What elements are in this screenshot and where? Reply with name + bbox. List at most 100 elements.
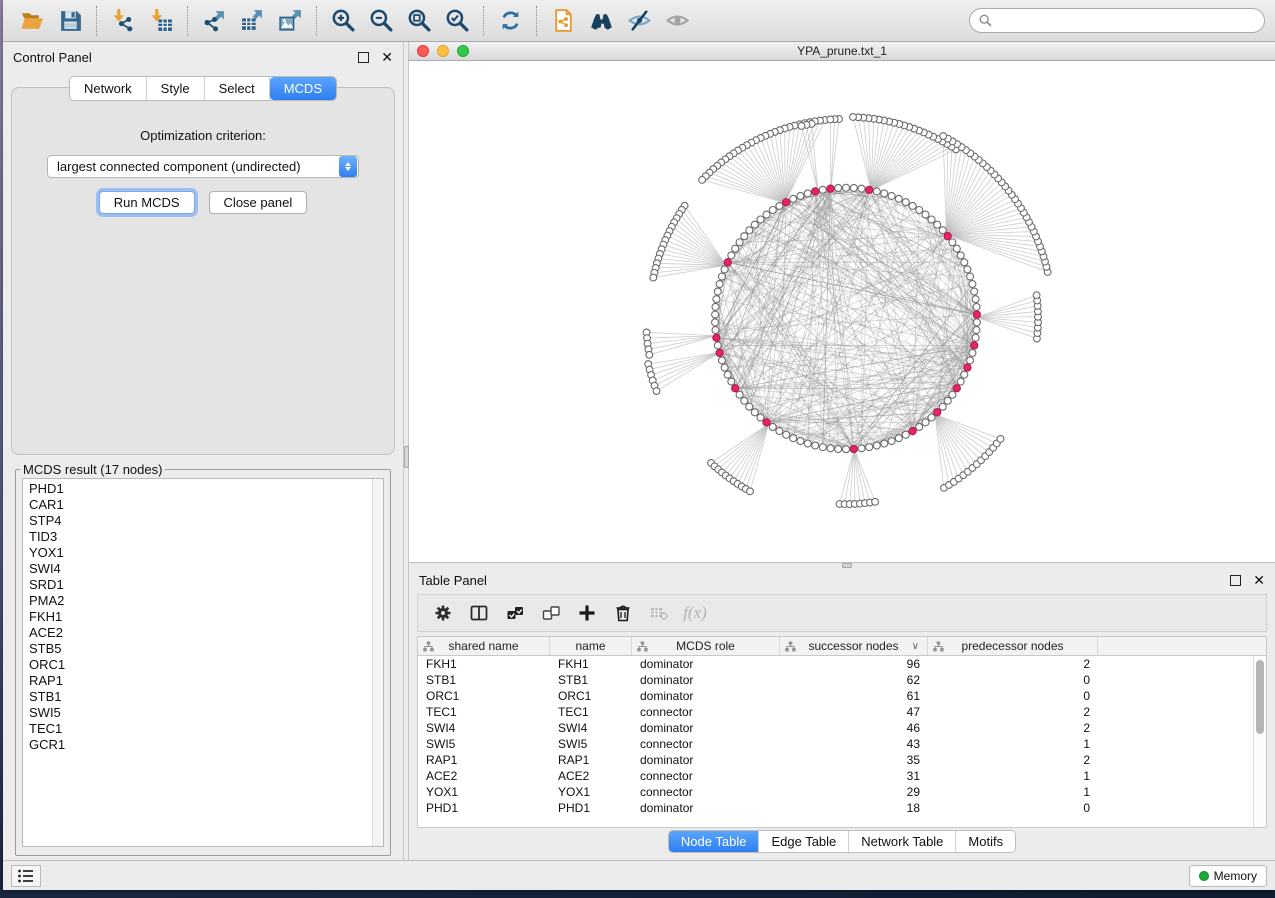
graph-node[interactable] xyxy=(812,442,819,449)
graph-node[interactable] xyxy=(843,184,850,191)
table-cell[interactable]: 18 xyxy=(780,800,928,816)
table-cell[interactable]: 96 xyxy=(780,656,928,672)
graph-node[interactable] xyxy=(769,423,776,430)
graph-node[interactable] xyxy=(763,211,770,218)
graph-node[interactable] xyxy=(969,349,976,356)
table-cell[interactable]: dominator xyxy=(632,752,780,768)
mcds-result-item[interactable]: STB1 xyxy=(29,689,383,705)
graph-node[interactable] xyxy=(902,431,909,438)
graph-node[interactable] xyxy=(819,186,826,193)
table-cell[interactable]: dominator xyxy=(632,800,780,816)
graph-node[interactable] xyxy=(728,378,735,385)
table-cell[interactable]: 43 xyxy=(780,736,928,752)
table-options-gear-button[interactable] xyxy=(428,598,458,628)
mcds-result-item[interactable]: CAR1 xyxy=(29,497,383,513)
graph-node[interactable] xyxy=(957,252,964,259)
import-table-button[interactable] xyxy=(142,4,180,38)
graph-node[interactable] xyxy=(850,445,857,452)
tab-mcds[interactable]: MCDS xyxy=(270,77,336,100)
float-panel-icon[interactable] xyxy=(358,52,369,63)
graph-node[interactable] xyxy=(939,227,946,234)
graph-node[interactable] xyxy=(827,185,834,192)
graph-node[interactable] xyxy=(746,403,753,410)
column-header-successor-nodes[interactable]: successor nodes∨ xyxy=(780,637,928,655)
graph-node[interactable] xyxy=(873,188,880,195)
graph-node[interactable] xyxy=(736,391,743,398)
optimization-criterion-select[interactable]: largest connected component (undirected) xyxy=(47,155,359,178)
graph-node[interactable] xyxy=(934,221,941,228)
table-cell[interactable]: PHD1 xyxy=(418,800,550,816)
mcds-result-item[interactable]: STP4 xyxy=(29,513,383,529)
graph-node[interactable] xyxy=(757,414,764,421)
table-cell[interactable]: 1 xyxy=(928,736,1098,752)
graph-node[interactable] xyxy=(721,364,728,371)
table-cell[interactable]: dominator xyxy=(632,688,780,704)
delete-column-button[interactable] xyxy=(608,598,638,628)
graph-node[interactable] xyxy=(751,409,758,416)
mcds-result-item[interactable]: RAP1 xyxy=(29,673,383,689)
mcds-result-item[interactable]: TID3 xyxy=(29,529,383,545)
graph-node[interactable] xyxy=(653,388,660,395)
graph-node[interactable] xyxy=(763,419,770,426)
export-table-button[interactable] xyxy=(233,4,271,38)
graph-node[interactable] xyxy=(746,227,753,234)
table-cell[interactable]: connector xyxy=(632,768,780,784)
float-panel-icon[interactable] xyxy=(1230,575,1241,586)
table-cell[interactable]: YOX1 xyxy=(418,784,550,800)
table-cell[interactable]: SWI5 xyxy=(550,736,632,752)
mcds-list-scrollbar[interactable] xyxy=(372,479,383,846)
close-panel-button[interactable]: Close panel xyxy=(209,191,308,214)
table-cell[interactable]: ORC1 xyxy=(418,688,550,704)
graph-node[interactable] xyxy=(939,403,946,410)
graph-node[interactable] xyxy=(961,259,968,266)
graph-node[interactable] xyxy=(973,303,980,310)
column-header-predecessor-nodes[interactable]: predecessor nodes xyxy=(928,637,1098,655)
save-session-button[interactable] xyxy=(51,4,89,38)
table-cell[interactable]: 1 xyxy=(928,784,1098,800)
graph-node[interactable] xyxy=(835,184,842,191)
delete-table-button[interactable] xyxy=(644,598,674,628)
table-row[interactable]: TEC1TEC1connector472 xyxy=(418,704,1266,720)
graph-node[interactable] xyxy=(797,192,804,199)
graph-node[interactable] xyxy=(858,185,865,192)
table-cell[interactable]: SWI5 xyxy=(418,736,550,752)
table-row[interactable]: ACE2ACE2connector311 xyxy=(418,768,1266,784)
table-cell[interactable]: RAP1 xyxy=(418,752,550,768)
graph-node[interactable] xyxy=(961,371,968,378)
graph-node[interactable] xyxy=(712,327,719,334)
table-cell[interactable]: ACE2 xyxy=(550,768,632,784)
mcds-result-item[interactable]: SWI5 xyxy=(29,705,383,721)
graph-node[interactable] xyxy=(881,440,888,447)
table-cell[interactable]: dominator xyxy=(632,720,780,736)
zoom-in-button[interactable] xyxy=(324,4,362,38)
table-cell[interactable]: ACE2 xyxy=(418,768,550,784)
graph-node[interactable] xyxy=(790,435,797,442)
import-network-button[interactable] xyxy=(104,4,142,38)
graph-node[interactable] xyxy=(973,319,980,326)
export-image-button[interactable] xyxy=(271,4,309,38)
table-cell[interactable]: 2 xyxy=(928,720,1098,736)
task-history-button[interactable] xyxy=(11,865,41,887)
graph-node[interactable] xyxy=(716,281,723,288)
table-cell[interactable]: 29 xyxy=(780,784,928,800)
graph-node[interactable] xyxy=(714,342,721,349)
graph-node[interactable] xyxy=(798,123,805,130)
tab-select[interactable]: Select xyxy=(205,77,270,100)
table-cell[interactable]: 46 xyxy=(780,720,928,736)
graph-node[interactable] xyxy=(713,334,720,341)
column-header-name[interactable]: name xyxy=(550,637,632,655)
mcds-result-item[interactable]: PHD1 xyxy=(29,481,383,497)
table-cell[interactable]: FKH1 xyxy=(418,656,550,672)
graph-node[interactable] xyxy=(850,184,857,191)
graph-node[interactable] xyxy=(928,216,935,223)
table-cell[interactable]: YOX1 xyxy=(550,784,632,800)
network-canvas[interactable] xyxy=(409,61,1275,562)
graph-node[interactable] xyxy=(797,438,804,445)
graph-node[interactable] xyxy=(724,371,731,378)
table-cell[interactable]: 47 xyxy=(780,704,928,720)
table-cell[interactable]: dominator xyxy=(632,672,780,688)
graph-node[interactable] xyxy=(953,245,960,252)
graph-node[interactable] xyxy=(934,409,941,416)
tab-network[interactable]: Network xyxy=(70,77,147,100)
table-cell[interactable]: 2 xyxy=(928,704,1098,720)
